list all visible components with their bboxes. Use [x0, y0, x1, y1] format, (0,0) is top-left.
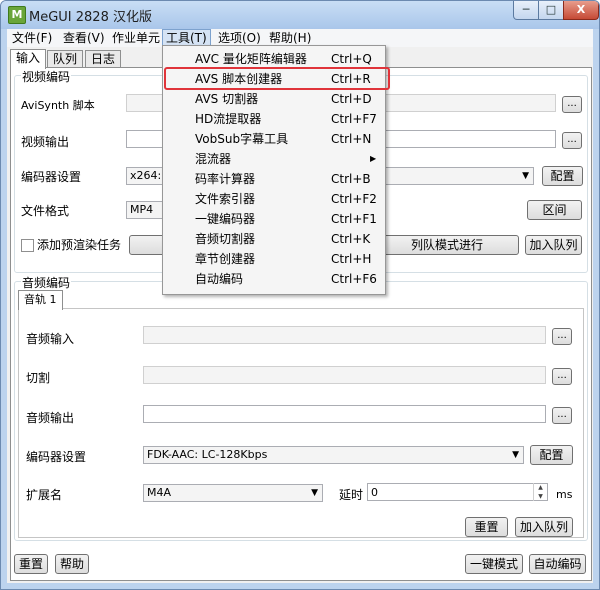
menu-item-oneclick-encoder[interactable]: 一键编码器 Ctrl+F1 [163, 209, 385, 229]
audio-input-field[interactable] [143, 326, 546, 344]
audio-reset-button[interactable]: 重置 [465, 517, 508, 537]
menu-item-label: 自动编码 [195, 272, 244, 286]
menu-item-shortcut: Ctrl+F1 [331, 212, 377, 226]
audio-input-label: 音频输入 [26, 332, 75, 346]
menu-item-label: 混流器 [195, 152, 232, 166]
tab-queue[interactable]: 队列 [47, 50, 84, 68]
menu-item-avs-cutter[interactable]: AVS 切割器 Ctrl+D [163, 89, 385, 109]
menu-item-muxer[interactable]: 混流器 ▶ [163, 149, 385, 169]
tools-dropdown-menu: AVC 量化矩阵编辑器 Ctrl+Q AVS 脚本创建器 Ctrl+R AVS … [162, 45, 390, 295]
audio-group-label: 音频编码 [21, 274, 72, 291]
prerender-checkbox[interactable] [21, 239, 34, 252]
file-format-value: MP4 [130, 203, 154, 216]
menu-item-label: 音频切割器 [195, 232, 256, 246]
menu-item-shortcut: Ctrl+D [331, 92, 372, 106]
audio-config-button[interactable]: 配置 [530, 445, 573, 465]
audio-output-browse-button[interactable]: ... [552, 407, 572, 424]
audio-track-panel: 音频输入 ... 切割 ... 音频输出 ... 编码器设置 FDK-AAC: … [18, 308, 584, 538]
audio-output-label: 音频输出 [26, 411, 75, 425]
menu-item-shortcut: Ctrl+F6 [331, 272, 377, 286]
audio-cut-field[interactable] [143, 366, 546, 384]
avisynth-browse-button[interactable]: ... [562, 96, 582, 113]
chevron-down-icon: ▼ [512, 450, 519, 460]
close-button[interactable]: X [563, 1, 599, 20]
audio-encoding-group: 音频编码 音轨 1 音频输入 ... 切割 ... 音频输出 ... 编码器设置… [14, 274, 588, 541]
window-title: MeGUI 2828 汉化版 [29, 10, 152, 25]
menu-item-audio-cutter[interactable]: 音频切割器 Ctrl+K [163, 229, 385, 249]
delay-unit-label: ms [556, 488, 573, 501]
menu-item-shortcut: Ctrl+F2 [331, 192, 377, 206]
menu-item-chapter-creator[interactable]: 章节创建器 Ctrl+H [163, 249, 385, 269]
audio-cut-label: 切割 [26, 371, 51, 385]
menu-item-avc-matrix-editor[interactable]: AVC 量化矩阵编辑器 Ctrl+Q [163, 49, 385, 69]
video-group-label: 视频编码 [21, 68, 72, 85]
video-output-label: 视频输出 [21, 135, 70, 149]
delay-label: 延时 [339, 488, 364, 502]
menu-file[interactable]: 文件(F) [9, 29, 55, 47]
menu-item-shortcut: Ctrl+B [331, 172, 371, 186]
main-window: M MeGUI 2828 汉化版 ─ □ X 文件(F) 查看(V) 作业单元 … [0, 0, 600, 590]
video-output-browse-button[interactable]: ... [562, 132, 582, 149]
delay-value: 0 [371, 486, 378, 499]
auto-encode-button[interactable]: 自动编码 [529, 554, 586, 574]
spinner-icon[interactable]: ▲ ▼ [533, 483, 547, 501]
menu-item-auto-encode[interactable]: 自动编码 Ctrl+F6 [163, 269, 385, 289]
tab-input[interactable]: 输入 [10, 49, 47, 69]
menu-item-shortcut: Ctrl+H [331, 252, 372, 266]
menu-item-label: HD流提取器 [195, 112, 262, 126]
audio-output-field[interactable] [143, 405, 546, 423]
megui-app-icon[interactable]: M [8, 6, 26, 24]
menu-item-label: 一键编码器 [195, 212, 256, 226]
menu-item-bitrate-calculator[interactable]: 码率计算器 Ctrl+B [163, 169, 385, 189]
menu-item-file-indexer[interactable]: 文件索引器 Ctrl+F2 [163, 189, 385, 209]
audio-encoder-select[interactable]: FDK-AAC: LC-128Kbps ▼ [143, 446, 524, 464]
chevron-down-icon: ▼ [311, 488, 318, 498]
highlight-annotation-box [164, 67, 390, 90]
extension-label: 扩展名 [26, 488, 63, 502]
menu-jobs[interactable]: 作业单元 [109, 29, 163, 47]
tab-audio-track-1[interactable]: 音轨 1 [18, 290, 63, 310]
submenu-arrow-icon: ▶ [370, 154, 377, 163]
extension-select[interactable]: M4A ▼ [143, 484, 323, 502]
menu-item-label: AVS 切割器 [195, 92, 259, 106]
video-add-queue-button[interactable]: 加入队列 [525, 235, 582, 255]
extension-value: M4A [147, 486, 172, 499]
file-format-label: 文件格式 [21, 204, 70, 218]
menu-item-vobsub-tool[interactable]: VobSub字幕工具 Ctrl+N [163, 129, 385, 149]
reset-button[interactable]: 重置 [14, 554, 48, 574]
tab-log[interactable]: 日志 [85, 50, 122, 68]
menu-item-label: 码率计算器 [195, 172, 256, 186]
audio-input-browse-button[interactable]: ... [552, 328, 572, 345]
minimize-button[interactable]: ─ [513, 1, 539, 20]
menu-item-label: 章节创建器 [195, 252, 256, 266]
video-encoder-label: 编码器设置 [21, 170, 82, 184]
prerender-label: 添加预渲染任务 [37, 238, 122, 252]
audio-encoder-label: 编码器设置 [26, 450, 87, 464]
title-bar[interactable]: M MeGUI 2828 汉化版 ─ □ X [1, 1, 599, 29]
menu-item-label: AVC 量化矩阵编辑器 [195, 52, 307, 66]
avisynth-label: AviSynth 脚本 [21, 99, 95, 112]
oneclick-mode-button[interactable]: 一键模式 [465, 554, 523, 574]
queue-mode-button[interactable]: 列队模式进行 [375, 235, 519, 255]
delay-input[interactable]: 0 ▲ ▼ [367, 483, 548, 501]
video-config-button[interactable]: 配置 [542, 166, 583, 186]
menu-item-shortcut: Ctrl+F7 [331, 112, 377, 126]
menu-item-label: VobSub字幕工具 [195, 132, 289, 146]
maximize-button[interactable]: □ [538, 1, 564, 20]
menu-view[interactable]: 查看(V) [60, 29, 108, 47]
audio-cut-browse-button[interactable]: ... [552, 368, 572, 385]
section-button[interactable]: 区间 [527, 200, 582, 220]
menu-item-hd-stream-extractor[interactable]: HD流提取器 Ctrl+F7 [163, 109, 385, 129]
menu-item-shortcut: Ctrl+N [331, 132, 372, 146]
menu-item-label: 文件索引器 [195, 192, 256, 206]
audio-add-queue-button[interactable]: 加入队列 [515, 517, 573, 537]
chevron-down-icon: ▼ [522, 171, 529, 181]
menu-item-shortcut: Ctrl+K [331, 232, 371, 246]
help-button[interactable]: 帮助 [55, 554, 89, 574]
menu-item-shortcut: Ctrl+Q [331, 52, 372, 66]
audio-encoder-value: FDK-AAC: LC-128Kbps [147, 448, 268, 461]
